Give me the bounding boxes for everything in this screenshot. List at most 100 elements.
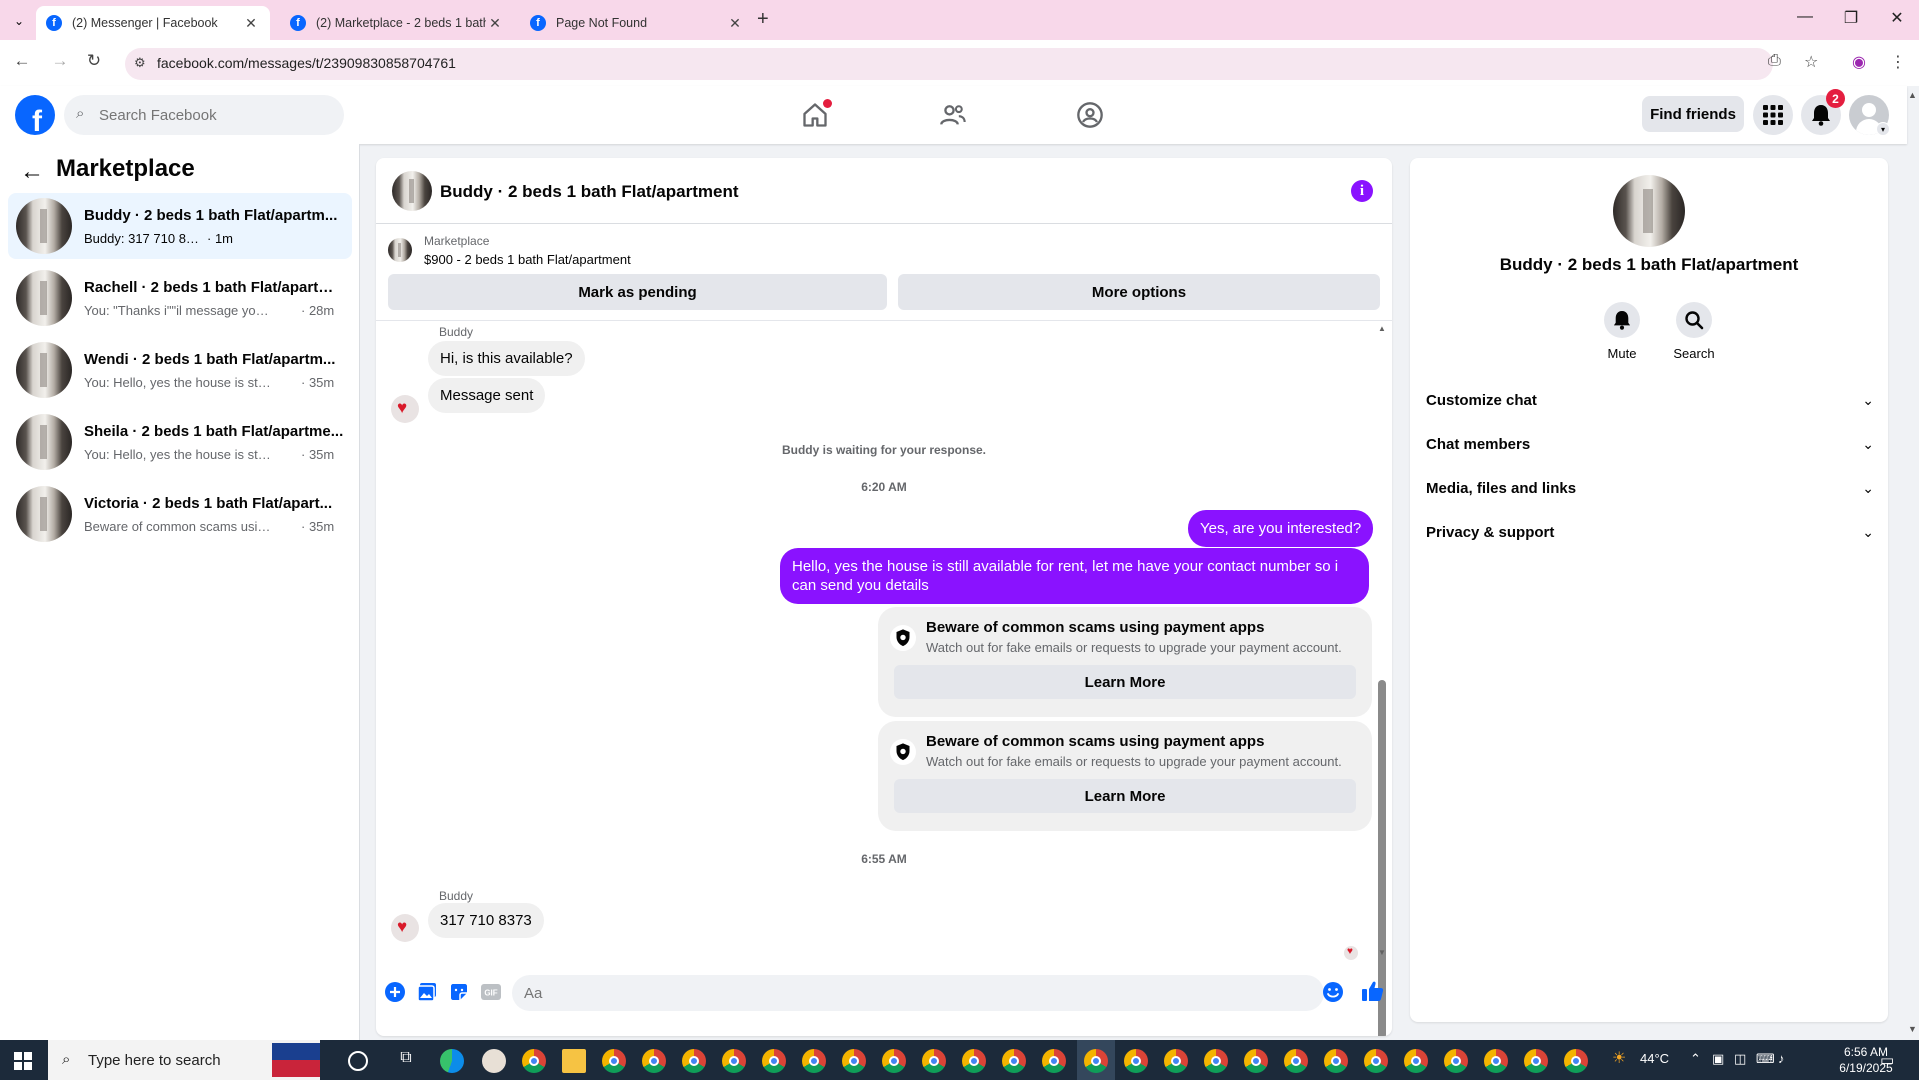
privacy-support-section[interactable]: Privacy & support ⌄ — [1426, 514, 1874, 550]
info-icon[interactable]: i — [1351, 180, 1373, 202]
chrome-icon[interactable] — [642, 1049, 666, 1073]
more-options-button[interactable]: More options — [898, 274, 1380, 310]
chrome-icon[interactable] — [1164, 1049, 1188, 1073]
mute-button[interactable]: Mute — [1592, 302, 1652, 361]
chevron-down-icon[interactable]: ▾ — [1876, 122, 1890, 136]
search-highlight-image[interactable] — [272, 1043, 320, 1077]
outgoing-message[interactable]: Yes, are you interested? — [1188, 510, 1374, 547]
browser-profile-icon[interactable]: ◉ — [1852, 52, 1866, 72]
menu-grid-icon[interactable] — [1753, 95, 1793, 135]
tab-marketplace[interactable]: f (2) Marketplace - 2 beds 1 bath ✕ — [280, 6, 514, 40]
chrome-icon[interactable] — [1042, 1049, 1066, 1073]
chrome-icon[interactable] — [1444, 1049, 1468, 1073]
paint-app-icon[interactable] — [482, 1049, 506, 1073]
close-window-button[interactable]: ✕ — [1877, 8, 1917, 28]
page-scroll-down-arrow[interactable]: ▼ — [1908, 1024, 1917, 1034]
weather-temperature[interactable]: 44°C — [1640, 1051, 1669, 1066]
facebook-search-box[interactable]: ⌕ — [64, 95, 344, 135]
incoming-message[interactable]: Message sent — [428, 378, 546, 413]
action-center-icon[interactable]: ▭ — [1880, 1051, 1894, 1069]
plus-circle-icon[interactable] — [384, 981, 406, 1003]
chrome-icon[interactable] — [1564, 1049, 1588, 1073]
conversation-item-rachell[interactable]: Rachell · 2 beds 1 bath Flat/apartm... Y… — [8, 265, 352, 331]
install-app-icon[interactable]: ⎙ — [1768, 52, 1781, 70]
tab-search-chevron-icon[interactable]: ⌄ — [8, 10, 30, 32]
chrome-icon[interactable] — [522, 1049, 546, 1073]
browser-menu-icon[interactable]: ⋮ — [1890, 52, 1906, 72]
show-hidden-icons-chevron-icon[interactable]: ⌃ — [1690, 1051, 1701, 1067]
conversation-item-wendi[interactable]: Wendi · 2 beds 1 bath Flat/apartm... You… — [8, 337, 352, 403]
volume-icon[interactable]: ♪ — [1778, 1051, 1785, 1066]
chrome-icon[interactable] — [1204, 1049, 1228, 1073]
windows-start-icon[interactable] — [14, 1052, 32, 1070]
chrome-icon[interactable] — [682, 1049, 706, 1073]
emoji-icon[interactable] — [1322, 981, 1346, 1005]
chrome-icon[interactable] — [922, 1049, 946, 1073]
back-button[interactable]: ← — [10, 51, 34, 71]
tray-app-icon[interactable]: ▣ — [1712, 1051, 1724, 1067]
bookmark-star-icon[interactable]: ☆ — [1804, 52, 1818, 72]
back-arrow-icon[interactable]: ← — [20, 158, 44, 186]
facebook-search-input[interactable] — [99, 95, 329, 135]
tab-messenger[interactable]: f (2) Messenger | Facebook ✕ — [36, 6, 270, 40]
message-scrollbar[interactable]: ▲ ▼ — [1376, 324, 1388, 1036]
scroll-up-arrow[interactable]: ▲ — [1378, 324, 1386, 333]
incoming-message[interactable]: 317 710 8373 — [428, 903, 544, 938]
file-explorer-icon[interactable] — [562, 1049, 586, 1073]
chrome-icon[interactable] — [602, 1049, 626, 1073]
search-conversation-button[interactable]: Search — [1664, 302, 1724, 361]
chrome-icon[interactable] — [882, 1049, 906, 1073]
customize-chat-section[interactable]: Customize chat ⌄ — [1426, 382, 1874, 418]
photo-icon[interactable] — [416, 981, 438, 1003]
chrome-icon[interactable] — [1124, 1049, 1148, 1073]
learn-more-button[interactable]: Learn More — [894, 779, 1356, 813]
chrome-icon[interactable] — [722, 1049, 746, 1073]
sender-avatar[interactable] — [391, 914, 419, 942]
incoming-message[interactable]: Hi, is this available? — [428, 341, 585, 376]
mark-as-pending-button[interactable]: Mark as pending — [388, 274, 887, 310]
chat-listing-thumbnail[interactable] — [392, 171, 432, 211]
chrome-icon[interactable] — [1002, 1049, 1026, 1073]
network-icon[interactable]: ⌨ — [1756, 1051, 1775, 1067]
forward-button[interactable]: → — [48, 51, 72, 71]
facebook-logo[interactable]: f — [15, 95, 55, 135]
listing-profile-image[interactable] — [1613, 175, 1685, 247]
page-scroll-up-arrow[interactable]: ▲ — [1908, 90, 1917, 100]
conversation-item-victoria[interactable]: Victoria · 2 beds 1 bath Flat/apart... B… — [8, 481, 352, 547]
listing-title[interactable]: $900 - 2 beds 1 bath Flat/apartment — [424, 252, 631, 267]
new-tab-button[interactable]: + — [757, 8, 769, 31]
message-input[interactable] — [512, 975, 1324, 1011]
reload-button[interactable]: ↻ — [82, 51, 106, 71]
media-files-links-section[interactable]: Media, files and links ⌄ — [1426, 470, 1874, 506]
tab-page-not-found[interactable]: f Page Not Found ✕ — [520, 6, 754, 40]
chat-title[interactable]: Buddy · 2 beds 1 bath Flat/apartment — [440, 182, 739, 202]
cortana-icon[interactable] — [348, 1051, 368, 1071]
url-text[interactable]: facebook.com/messages/t/2390983085870476… — [157, 55, 456, 71]
close-tab-icon[interactable]: ✕ — [486, 15, 504, 32]
chrome-icon[interactable] — [1244, 1049, 1268, 1073]
weather-icon[interactable]: ☀ — [1612, 1048, 1626, 1068]
scroll-down-arrow[interactable]: ▼ — [1378, 948, 1386, 957]
outgoing-message[interactable]: Hello, yes the house is still available … — [780, 548, 1369, 604]
task-view-icon[interactable]: ⧉ — [394, 1049, 418, 1073]
minimize-button[interactable]: — — [1785, 8, 1825, 26]
edge-browser-icon[interactable] — [440, 1049, 464, 1073]
close-tab-icon[interactable]: ✕ — [726, 15, 744, 32]
chrome-icon[interactable] — [842, 1049, 866, 1073]
restore-button[interactable]: ❐ — [1831, 8, 1871, 28]
friends-nav-icon[interactable] — [936, 98, 970, 132]
tray-meet-icon[interactable]: ◫ — [1734, 1051, 1746, 1067]
gif-icon[interactable]: GIF — [480, 981, 502, 1003]
listing-small-thumbnail[interactable] — [388, 238, 412, 262]
chrome-icon[interactable] — [762, 1049, 786, 1073]
chrome-icon-active[interactable] — [1084, 1049, 1108, 1073]
chrome-icon[interactable] — [1284, 1049, 1308, 1073]
conversation-item-buddy[interactable]: Buddy · 2 beds 1 bath Flat/apartm... Bud… — [8, 193, 352, 259]
learn-more-button[interactable]: Learn More — [894, 665, 1356, 699]
groups-nav-icon[interactable] — [1073, 98, 1107, 132]
chrome-icon[interactable] — [1324, 1049, 1348, 1073]
chrome-icon[interactable] — [1484, 1049, 1508, 1073]
find-friends-button[interactable]: Find friends — [1642, 96, 1744, 132]
chrome-icon[interactable] — [1404, 1049, 1428, 1073]
chrome-icon[interactable] — [1364, 1049, 1388, 1073]
